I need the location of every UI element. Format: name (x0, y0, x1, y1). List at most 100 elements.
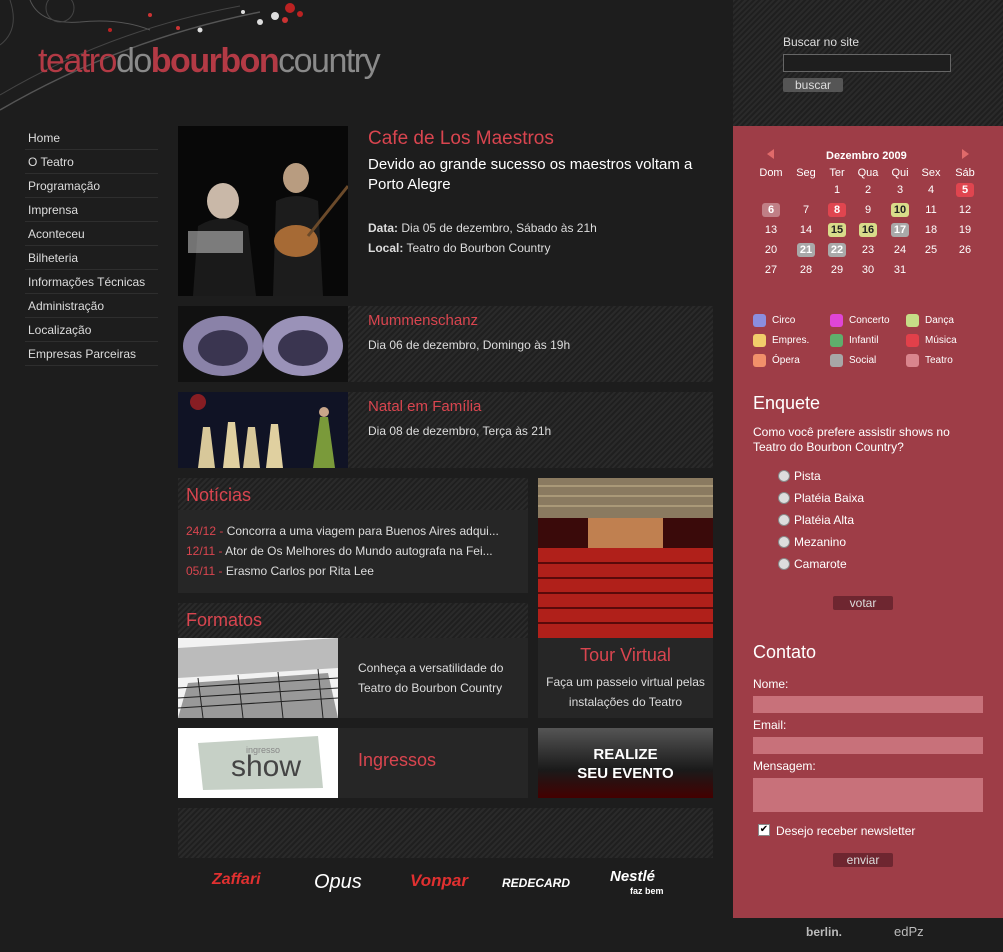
event-title[interactable]: Natal em Família (368, 398, 481, 415)
legend-item: Dança (906, 314, 954, 328)
nav-item-programacao[interactable]: Programação (25, 174, 158, 198)
search-input[interactable] (783, 54, 951, 72)
poll-question: Como você prefere assistir shows no Teat… (753, 425, 950, 454)
site-logo[interactable]: teatrodobourboncountry (38, 42, 381, 81)
radio-icon[interactable] (778, 514, 790, 526)
calendar-day: 7 (802, 204, 810, 216)
news-date: 12/11 - (186, 544, 223, 558)
poll-title: Enquete (753, 393, 821, 413)
poll-option-label: Platéia Alta (794, 513, 855, 527)
calendar-weekday: Sex (921, 167, 941, 179)
calendar-day-event[interactable]: 17 (891, 223, 909, 237)
news-text[interactable]: Ator de Os Melhores do Mundo autografa n… (225, 544, 492, 558)
nav-item-bilheteria[interactable]: Bilheteria (25, 246, 158, 270)
legend-item: Empres. (753, 334, 809, 348)
partner-nestle[interactable]: Nestlé (610, 868, 655, 885)
send-button[interactable]: enviar (833, 853, 893, 867)
calendar-day: 4 (927, 184, 935, 196)
poll-option-plateia-baixa[interactable]: Platéia Baixa (778, 491, 864, 505)
featured-event-image[interactable] (178, 126, 348, 296)
partner-vonpar[interactable]: Vonpar (410, 871, 468, 891)
nav-item-o-teatro[interactable]: O Teatro (25, 150, 158, 174)
search-label: Buscar no site (783, 35, 860, 49)
radio-icon[interactable] (778, 470, 790, 482)
calendar-day: 28 (799, 264, 813, 276)
calendar-day: 11 (925, 204, 937, 216)
radio-icon[interactable] (778, 558, 790, 570)
legend-item: Teatro (906, 354, 953, 368)
nav-item-home[interactable]: Home (25, 126, 158, 150)
logo-text: bourbon (150, 42, 280, 80)
formatos-image[interactable] (178, 638, 338, 718)
calendar-day-event[interactable]: 22 (828, 243, 846, 257)
featured-event-title[interactable]: Cafe de Los Maestros (368, 128, 554, 150)
ingresso-show-logo[interactable]: ingresso show (178, 728, 338, 798)
nav-item-informacoes-tecnicas[interactable]: Informações Técnicas (25, 270, 158, 294)
nav-item-localizacao[interactable]: Localização (25, 318, 158, 342)
legend-item: Ópera (753, 354, 800, 368)
calendar-day-event[interactable]: 8 (828, 203, 846, 217)
calendar-day-event[interactable]: 21 (797, 243, 815, 257)
news-text[interactable]: Concorra a uma viagem para Buenos Aires … (227, 524, 499, 538)
poll-option-plateia-alta[interactable]: Platéia Alta (778, 513, 854, 527)
radio-icon[interactable] (778, 492, 790, 504)
legend-item: Música (906, 334, 957, 348)
legend-label: Circo (772, 315, 796, 326)
news-item[interactable]: 05/11 - Erasmo Carlos por Rita Lee (186, 564, 374, 578)
tour-image[interactable] (538, 478, 713, 638)
event-image-mummenschanz[interactable] (178, 306, 348, 382)
tour-title[interactable]: Tour Virtual (538, 645, 713, 666)
calendar-day-event[interactable]: 10 (891, 203, 909, 217)
credit-berlin[interactable]: berlin. (806, 925, 842, 939)
partner-opus[interactable]: Opus (314, 871, 362, 894)
calendar-day-event[interactable]: 6 (762, 203, 780, 217)
legend-item: Circo (753, 314, 795, 328)
poll-option-mezanino[interactable]: Mezanino (778, 535, 846, 549)
calendar-next-arrow-icon[interactable] (962, 149, 969, 159)
email-label: Email: (753, 718, 787, 732)
nav-item-empresas-parceiras[interactable]: Empresas Parceiras (25, 342, 158, 366)
radio-icon[interactable] (778, 536, 790, 548)
news-item[interactable]: 12/11 - Ator de Os Melhores do Mundo aut… (186, 544, 493, 558)
message-field[interactable] (753, 778, 983, 812)
partner-redecard[interactable]: REDECARD (502, 876, 570, 890)
legend-label: Dança (925, 315, 954, 326)
poll-option-label: Mezanino (794, 535, 847, 549)
calendar-day: 20 (764, 244, 778, 256)
calendar-day-event[interactable]: 16 (859, 223, 877, 237)
calendar-day: 19 (958, 224, 972, 236)
vote-button[interactable]: votar (833, 596, 893, 610)
news-text[interactable]: Erasmo Carlos por Rita Lee (226, 564, 374, 578)
calendar-day-event[interactable]: 5 (956, 183, 974, 197)
legend-swatch (753, 334, 766, 347)
event-title[interactable]: Mummenschanz (368, 312, 478, 329)
realize-evento-text[interactable]: REALIZE SEU EVENTO (538, 745, 713, 783)
nav-item-administracao[interactable]: Administração (25, 294, 158, 318)
email-field[interactable] (753, 737, 983, 754)
calendar-prev-arrow-icon[interactable] (767, 149, 774, 159)
calendar-weekday: Qui (891, 167, 909, 179)
partner-zaffari[interactable]: Zaffari (212, 871, 261, 889)
formatos-title[interactable]: Formatos (186, 610, 262, 631)
calendar-day-event[interactable]: 15 (828, 223, 846, 237)
calendar-day: 2 (864, 184, 872, 196)
search-button[interactable]: buscar (783, 78, 843, 92)
partner-nestle-tagline: faz bem (630, 886, 664, 896)
ingressos-title[interactable]: Ingressos (358, 750, 436, 771)
credit-edpz[interactable]: edPz (894, 924, 924, 939)
news-item[interactable]: 24/12 - Concorra a uma viagem para Bueno… (186, 524, 499, 538)
contact-title: Contato (753, 642, 817, 662)
realize-line: REALIZE (593, 746, 658, 763)
nav-item-aconteceu[interactable]: Aconteceu (25, 222, 158, 246)
calendar-day: 9 (864, 204, 872, 216)
poll-option-camarote[interactable]: Camarote (778, 557, 847, 571)
calendar-day: 31 (893, 264, 907, 276)
poll-option-pista[interactable]: Pista (778, 469, 821, 483)
calendar-month-title: Dezembro 2009 (826, 150, 907, 162)
event-image-natal[interactable] (178, 392, 348, 468)
nav-item-imprensa[interactable]: Imprensa (25, 198, 158, 222)
newsletter-checkbox[interactable]: ✔ (758, 824, 770, 836)
logo-text: country (278, 42, 381, 80)
name-field[interactable] (753, 696, 983, 713)
name-label: Nome: (753, 677, 789, 691)
